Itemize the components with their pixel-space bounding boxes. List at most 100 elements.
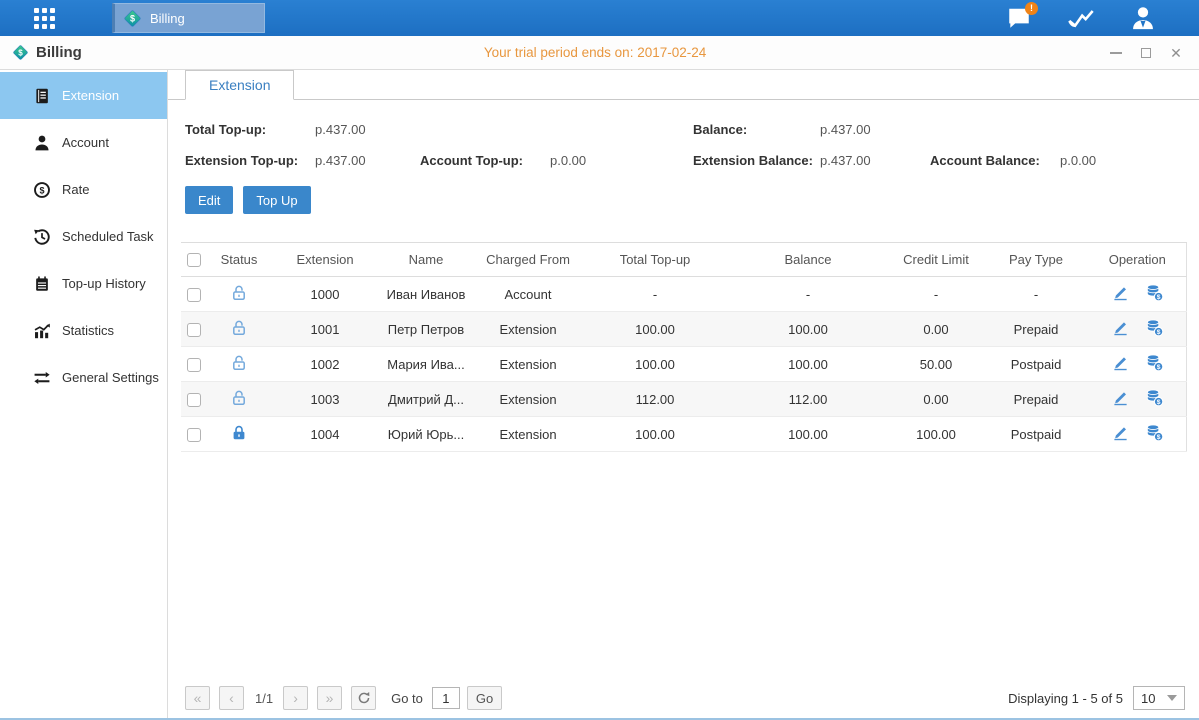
lock-status-icon — [230, 389, 248, 407]
page-size-value: 10 — [1141, 691, 1155, 706]
cell-credit-limit: 50.00 — [889, 347, 983, 382]
tab-bar: Extension — [168, 70, 1199, 100]
chevron-down-icon — [1167, 695, 1177, 701]
tab-extension[interactable]: Extension — [185, 70, 294, 100]
goto-page-input[interactable] — [432, 687, 460, 709]
table-row: 1000 Иван Иванов Account - - - - — [181, 277, 1186, 312]
window-title: Billing — [36, 44, 82, 61]
cell-balance: - — [727, 277, 889, 312]
minimize-icon[interactable] — [1109, 46, 1123, 60]
extensions-table: Status Extension Name Charged From Total… — [181, 242, 1187, 452]
table-header-row: Status Extension Name Charged From Total… — [181, 243, 1186, 277]
cell-total-topup: 100.00 — [583, 312, 727, 347]
row-checkbox[interactable] — [187, 288, 201, 302]
topup-extension-icon[interactable] — [1145, 283, 1164, 302]
sidebar-item-label: Extension — [62, 88, 119, 103]
topup-extension-icon[interactable] — [1145, 318, 1164, 337]
column-header-pay-type: Pay Type — [983, 243, 1089, 277]
cell-extension: 1004 — [271, 417, 379, 452]
sidebar-item-topup-history[interactable]: Top-up History — [0, 260, 167, 307]
edit-extension-icon[interactable] — [1111, 283, 1130, 302]
topup-extension-icon[interactable] — [1145, 423, 1164, 442]
cell-extension: 1000 — [271, 277, 379, 312]
taskbar-billing-tab[interactable]: Billing — [112, 3, 265, 33]
maximize-icon[interactable] — [1139, 46, 1153, 60]
top-up-button[interactable]: Top Up — [243, 186, 310, 214]
cell-pay-type: Prepaid — [983, 382, 1089, 417]
cell-name: Петр Петров — [379, 312, 473, 347]
edit-extension-icon[interactable] — [1111, 388, 1130, 407]
prev-page-button[interactable]: ‹ — [219, 686, 244, 710]
cell-name: Иван Иванов — [379, 277, 473, 312]
balance-value: p.437.00 — [820, 122, 871, 137]
edit-button[interactable]: Edit — [185, 186, 233, 214]
cell-total-topup: 112.00 — [583, 382, 727, 417]
cell-pay-type: - — [983, 277, 1089, 312]
cell-balance: 100.00 — [727, 347, 889, 382]
cell-charged-from: Account — [473, 277, 583, 312]
sidebar-item-label: General Settings — [62, 370, 159, 385]
notifications-icon[interactable]: ! — [1003, 3, 1035, 33]
sidebar-item-statistics[interactable]: Statistics — [0, 307, 167, 354]
next-page-button[interactable]: › — [283, 686, 308, 710]
row-checkbox[interactable] — [187, 393, 201, 407]
cell-credit-limit: 100.00 — [889, 417, 983, 452]
notepad-icon — [33, 275, 51, 293]
sidebar-item-extension[interactable]: Extension — [0, 72, 167, 119]
close-icon[interactable]: ✕ — [1169, 46, 1183, 60]
edit-extension-icon[interactable] — [1111, 353, 1130, 372]
sidebar-item-account[interactable]: Account — [0, 119, 167, 166]
notification-badge: ! — [1025, 2, 1038, 15]
go-button[interactable]: Go — [467, 686, 502, 710]
lock-status-icon — [230, 354, 248, 372]
sidebar-item-scheduled-task[interactable]: Scheduled Task — [0, 213, 167, 260]
cell-extension: 1003 — [271, 382, 379, 417]
cell-balance: 100.00 — [727, 312, 889, 347]
edit-extension-icon[interactable] — [1111, 423, 1130, 442]
extension-topup-value: p.437.00 — [315, 153, 420, 168]
account-topup-label: Account Top-up: — [420, 153, 550, 168]
apps-grid-icon[interactable] — [34, 8, 55, 29]
cell-name: Мария Ива... — [379, 347, 473, 382]
sidebar-item-label: Account — [62, 135, 109, 150]
extension-balance-label: Extension Balance: — [693, 153, 820, 168]
cell-credit-limit: - — [889, 277, 983, 312]
displaying-count: Displaying 1 - 5 of 5 — [1008, 691, 1123, 706]
sidebar: Extension Account Rate Scheduled Task To… — [0, 70, 168, 718]
first-page-button[interactable]: « — [185, 686, 210, 710]
row-checkbox[interactable] — [187, 323, 201, 337]
topup-extension-icon[interactable] — [1145, 388, 1164, 407]
sidebar-item-rate[interactable]: Rate — [0, 166, 167, 213]
cell-name: Дмитрий Д... — [379, 382, 473, 417]
edit-extension-icon[interactable] — [1111, 318, 1130, 337]
topup-extension-icon[interactable] — [1145, 353, 1164, 372]
pagination-bar: « ‹ 1/1 › » Go to Go Displaying 1 - 5 of… — [185, 686, 1185, 710]
cell-charged-from: Extension — [473, 312, 583, 347]
transfer-arrows-icon — [33, 369, 51, 387]
lock-status-icon — [230, 319, 248, 337]
table-row: 1003 Дмитрий Д... Extension 112.00 112.0… — [181, 382, 1186, 417]
main-content: Extension Total Top-up: p.437.00 Balance… — [168, 70, 1199, 718]
row-checkbox[interactable] — [187, 428, 201, 442]
page-size-select[interactable]: 10 — [1133, 686, 1185, 710]
resource-monitor-icon[interactable] — [1065, 3, 1097, 33]
column-header-credit-limit: Credit Limit — [889, 243, 983, 277]
column-header-extension: Extension — [271, 243, 379, 277]
last-page-button[interactable]: » — [317, 686, 342, 710]
system-topbar: Billing ! — [0, 0, 1199, 36]
person-icon — [33, 134, 51, 152]
user-account-icon[interactable] — [1127, 3, 1159, 33]
topbar-right-icons: ! — [1003, 0, 1159, 36]
sidebar-item-general-settings[interactable]: General Settings — [0, 354, 167, 401]
row-checkbox[interactable] — [187, 358, 201, 372]
cell-total-topup: 100.00 — [583, 347, 727, 382]
total-topup-value: p.437.00 — [315, 122, 693, 137]
cell-pay-type: Postpaid — [983, 347, 1089, 382]
table-row: 1002 Мария Ива... Extension 100.00 100.0… — [181, 347, 1186, 382]
table-row: 1004 Юрий Юрь... Extension 100.00 100.00… — [181, 417, 1186, 452]
cell-charged-from: Extension — [473, 347, 583, 382]
select-all-checkbox[interactable] — [187, 253, 201, 267]
refresh-button[interactable] — [351, 686, 376, 710]
account-topup-value: p.0.00 — [550, 153, 693, 168]
extension-topup-label: Extension Top-up: — [185, 153, 315, 168]
